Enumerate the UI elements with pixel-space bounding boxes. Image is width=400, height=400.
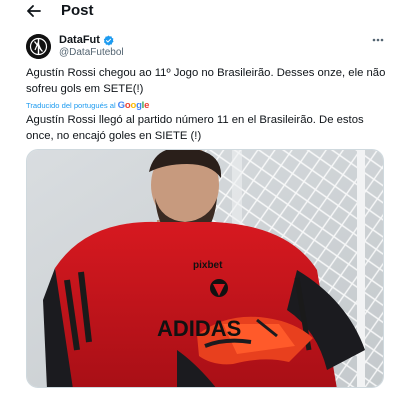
post-header: Post [0,0,400,23]
datafut-logo-icon [26,34,51,59]
back-button[interactable] [22,0,46,22]
translation-note[interactable]: Traducido del portugués al Google [26,100,149,111]
post-footer-partial [26,394,386,400]
google-logo: Google [117,100,150,111]
post-view: Post DataFut @DataFutebol Agustín Rossi … [0,0,400,400]
shirt-sponsor-text: ADIDAS [157,316,241,341]
tweet-media-image[interactable]: ADIDAS pixbet [26,149,384,388]
author-name-row[interactable]: DataFut [59,33,114,47]
author-name[interactable]: DataFut [59,33,100,47]
verified-badge-icon [103,35,114,46]
avatar[interactable] [26,34,51,59]
page-title: Post [61,2,94,19]
author-handle[interactable]: @DataFutebol [59,46,124,59]
translated-text: Agustín Rossi llegó al partido número 11… [26,114,364,142]
shirt-brand-text: pixbet [193,260,223,271]
tweet-text: Agustín Rossi chegou ao 11º Jogo no Bras… [26,67,386,95]
more-dots-icon [372,38,384,42]
translation-label: Traducido del portugués al [26,101,116,110]
arrow-left-icon [27,5,41,17]
photo-goalkeeper: ADIDAS pixbet [27,150,383,387]
more-options-button[interactable] [370,35,386,45]
